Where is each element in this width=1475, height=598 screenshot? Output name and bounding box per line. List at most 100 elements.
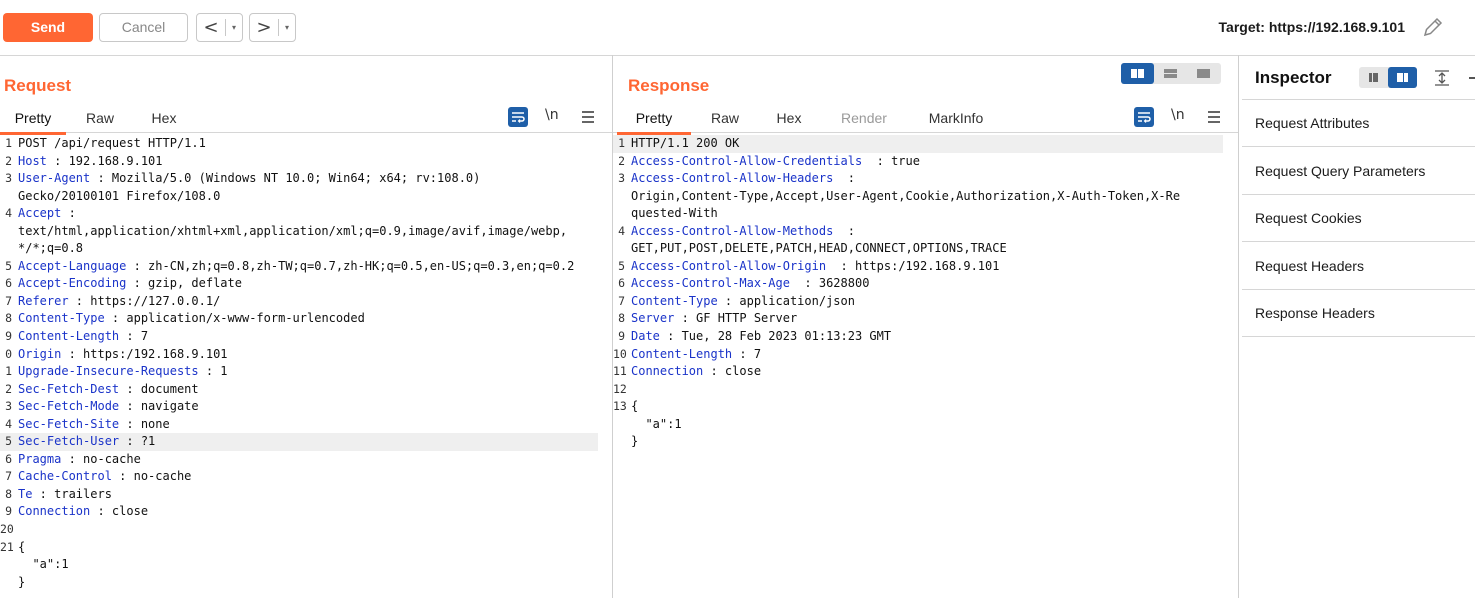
line-number: 1 xyxy=(618,136,625,150)
editor-line: 20 xyxy=(0,521,612,539)
inspector-layout-toggle xyxy=(1359,67,1417,88)
line-text: Accept-Language : zh-CN,zh;q=0.8,zh-TW;q… xyxy=(18,258,575,273)
line-text: Access-Control-Max-Age : 3628800 xyxy=(631,276,870,291)
menu-icon[interactable] xyxy=(1204,107,1224,127)
editor-line: 0 Origin : https:/192.168.9.101 xyxy=(0,346,612,364)
line-text: quested-With xyxy=(631,206,718,221)
cancel-button[interactable]: Cancel xyxy=(99,13,188,42)
line-text: "a":1 xyxy=(631,416,682,431)
line-text: Sec-Fetch-Site : none xyxy=(18,416,170,431)
editor-line: 10 Content-Length : 7 xyxy=(613,346,1238,364)
line-number: 11 xyxy=(613,364,627,379)
editor-line: 2 Host : 192.168.9.101 xyxy=(0,153,612,171)
header-name: Access-Control-Allow-Methods xyxy=(631,223,834,238)
send-button[interactable]: Send xyxy=(3,13,93,42)
line-text: Pragma : no-cache xyxy=(18,451,141,466)
line-number: 9 xyxy=(618,329,625,344)
tab-render[interactable]: Render xyxy=(833,109,895,132)
line-text: Cache-Control : no-cache xyxy=(18,469,192,484)
line-text: Origin : https:/192.168.9.101 xyxy=(18,346,228,361)
line-text: "a":1 xyxy=(18,557,69,572)
editor-line: 1 Upgrade-Insecure-Requests : 1 xyxy=(0,363,612,381)
line-text: Server : GF HTTP Server xyxy=(631,311,798,326)
line-number: 2 xyxy=(618,153,625,168)
editor-line: 6 Pragma : no-cache xyxy=(0,451,612,469)
back-history-dropdown-icon[interactable]: ▾ xyxy=(226,23,242,32)
request-editor[interactable]: 1 POST /api/request HTTP/1.1 2 Host : 192.1… xyxy=(0,135,612,591)
wrap-lines-icon[interactable] xyxy=(1134,107,1154,127)
response-editor[interactable]: 1 HTTP/1.1 200 OK 2 Access-Control-Allow-Cr… xyxy=(613,135,1238,451)
newline-toggle-icon[interactable]: \n xyxy=(545,107,559,123)
editor-line: 9 Connection : close xyxy=(0,503,612,521)
line-text: HTTP/1.1 200 OK xyxy=(631,136,740,150)
inspector-item-request-query-parameters[interactable]: Request Query Parameters xyxy=(1242,148,1475,195)
editor-line: 1 POST /api/request HTTP/1.1 xyxy=(0,135,612,153)
line-text: Te : trailers xyxy=(18,486,112,501)
editor-line: 4 Accept : xyxy=(0,205,612,223)
newline-toggle-icon[interactable]: \n xyxy=(1171,107,1185,123)
line-number: 7 xyxy=(5,469,12,484)
editor-line: 1 HTTP/1.1 200 OK xyxy=(613,135,1223,153)
line-number: 5 xyxy=(5,434,12,449)
line-number: 10 xyxy=(613,346,627,361)
tab-raw[interactable]: Raw xyxy=(78,109,122,132)
line-number: 8 xyxy=(5,311,12,326)
editor-line: Origin,Content-Type,Accept,User-Agent,Co… xyxy=(613,188,1238,206)
header-name: Upgrade-Insecure-Requests xyxy=(18,364,199,379)
line-text: Gecko/20100101 Firefox/108.0 xyxy=(18,188,221,203)
line-text: POST /api/request HTTP/1.1 xyxy=(18,136,206,150)
back-button[interactable]: < ▾ xyxy=(196,13,243,42)
header-name: Access-Control-Allow-Headers xyxy=(631,171,834,186)
header-name: Content-Type xyxy=(631,293,718,308)
editor-line: 4 Sec-Fetch-Site : none xyxy=(0,416,612,434)
response-panel: Response Pretty Raw Hex Render MarkInfo … xyxy=(613,55,1239,598)
line-number: 0 xyxy=(5,346,12,361)
inspector-item-request-attributes[interactable]: Request Attributes xyxy=(1242,100,1475,147)
editor-line: 8 Te : trailers xyxy=(0,486,612,504)
inspector-item-response-headers[interactable]: Response Headers xyxy=(1242,290,1475,337)
tab-hex[interactable]: Hex xyxy=(142,109,186,132)
line-number: 13 xyxy=(613,399,627,414)
editor-line: GET,PUT,POST,DELETE,PATCH,HEAD,CONNECT,O… xyxy=(613,240,1238,258)
tab-markinfo[interactable]: MarkInfo xyxy=(919,109,993,132)
editor-line: 5 Access-Control-Allow-Origin : https:/19… xyxy=(613,258,1238,276)
tab-hex[interactable]: Hex xyxy=(767,109,811,132)
line-text: Date : Tue, 28 Feb 2023 01:13:23 GMT xyxy=(631,329,892,344)
inspector-collapsed-icon[interactable] xyxy=(1359,67,1388,88)
line-number: 7 xyxy=(618,293,625,308)
line-text: Host : 192.168.9.101 xyxy=(18,153,163,168)
line-text: Origin,Content-Type,Accept,User-Agent,Co… xyxy=(631,188,1181,203)
line-text: { xyxy=(631,399,639,414)
line-number: 1 xyxy=(5,136,12,150)
wrap-lines-icon[interactable] xyxy=(508,107,528,127)
split-vertical-icon[interactable] xyxy=(1154,63,1187,84)
line-text: } xyxy=(631,434,639,449)
line-number: 5 xyxy=(618,258,625,273)
minimize-icon[interactable] xyxy=(1469,77,1475,79)
edit-target-pencil-icon[interactable] xyxy=(1421,15,1445,39)
editor-line: Gecko/20100101 Firefox/108.0 xyxy=(0,188,612,206)
forward-button[interactable]: > ▾ xyxy=(249,13,296,42)
line-number: 6 xyxy=(618,276,625,291)
inspector-item-request-headers[interactable]: Request Headers xyxy=(1242,243,1475,290)
editor-line: 12 xyxy=(613,381,1238,399)
line-text: Sec-Fetch-Dest : document xyxy=(18,381,199,396)
editor-line: 9 Content-Length : 7 xyxy=(0,328,612,346)
tab-pretty[interactable]: Pretty xyxy=(617,109,691,135)
menu-icon[interactable] xyxy=(578,107,598,127)
line-text: text/html,application/xhtml+xml,applicat… xyxy=(18,223,568,238)
tab-pretty[interactable]: Pretty xyxy=(0,109,66,135)
split-horizontal-icon[interactable] xyxy=(1121,63,1154,84)
editor-line: 4 Access-Control-Allow-Methods : xyxy=(613,223,1238,241)
tab-raw[interactable]: Raw xyxy=(703,109,747,132)
header-name: Accept-Language xyxy=(18,258,127,273)
expand-collapse-all-icon[interactable] xyxy=(1433,69,1451,87)
forward-history-dropdown-icon[interactable]: ▾ xyxy=(279,23,295,32)
editor-line: 21 { xyxy=(0,539,612,557)
inspector-expanded-icon[interactable] xyxy=(1388,67,1417,88)
line-text: Access-Control-Allow-Origin : https:/192… xyxy=(631,258,1000,273)
single-pane-icon[interactable] xyxy=(1187,63,1220,84)
inspector-item-request-cookies[interactable]: Request Cookies xyxy=(1242,195,1475,242)
editor-line: 2 Sec-Fetch-Dest : document xyxy=(0,381,612,399)
editor-line: 8 Server : GF HTTP Server xyxy=(613,310,1238,328)
